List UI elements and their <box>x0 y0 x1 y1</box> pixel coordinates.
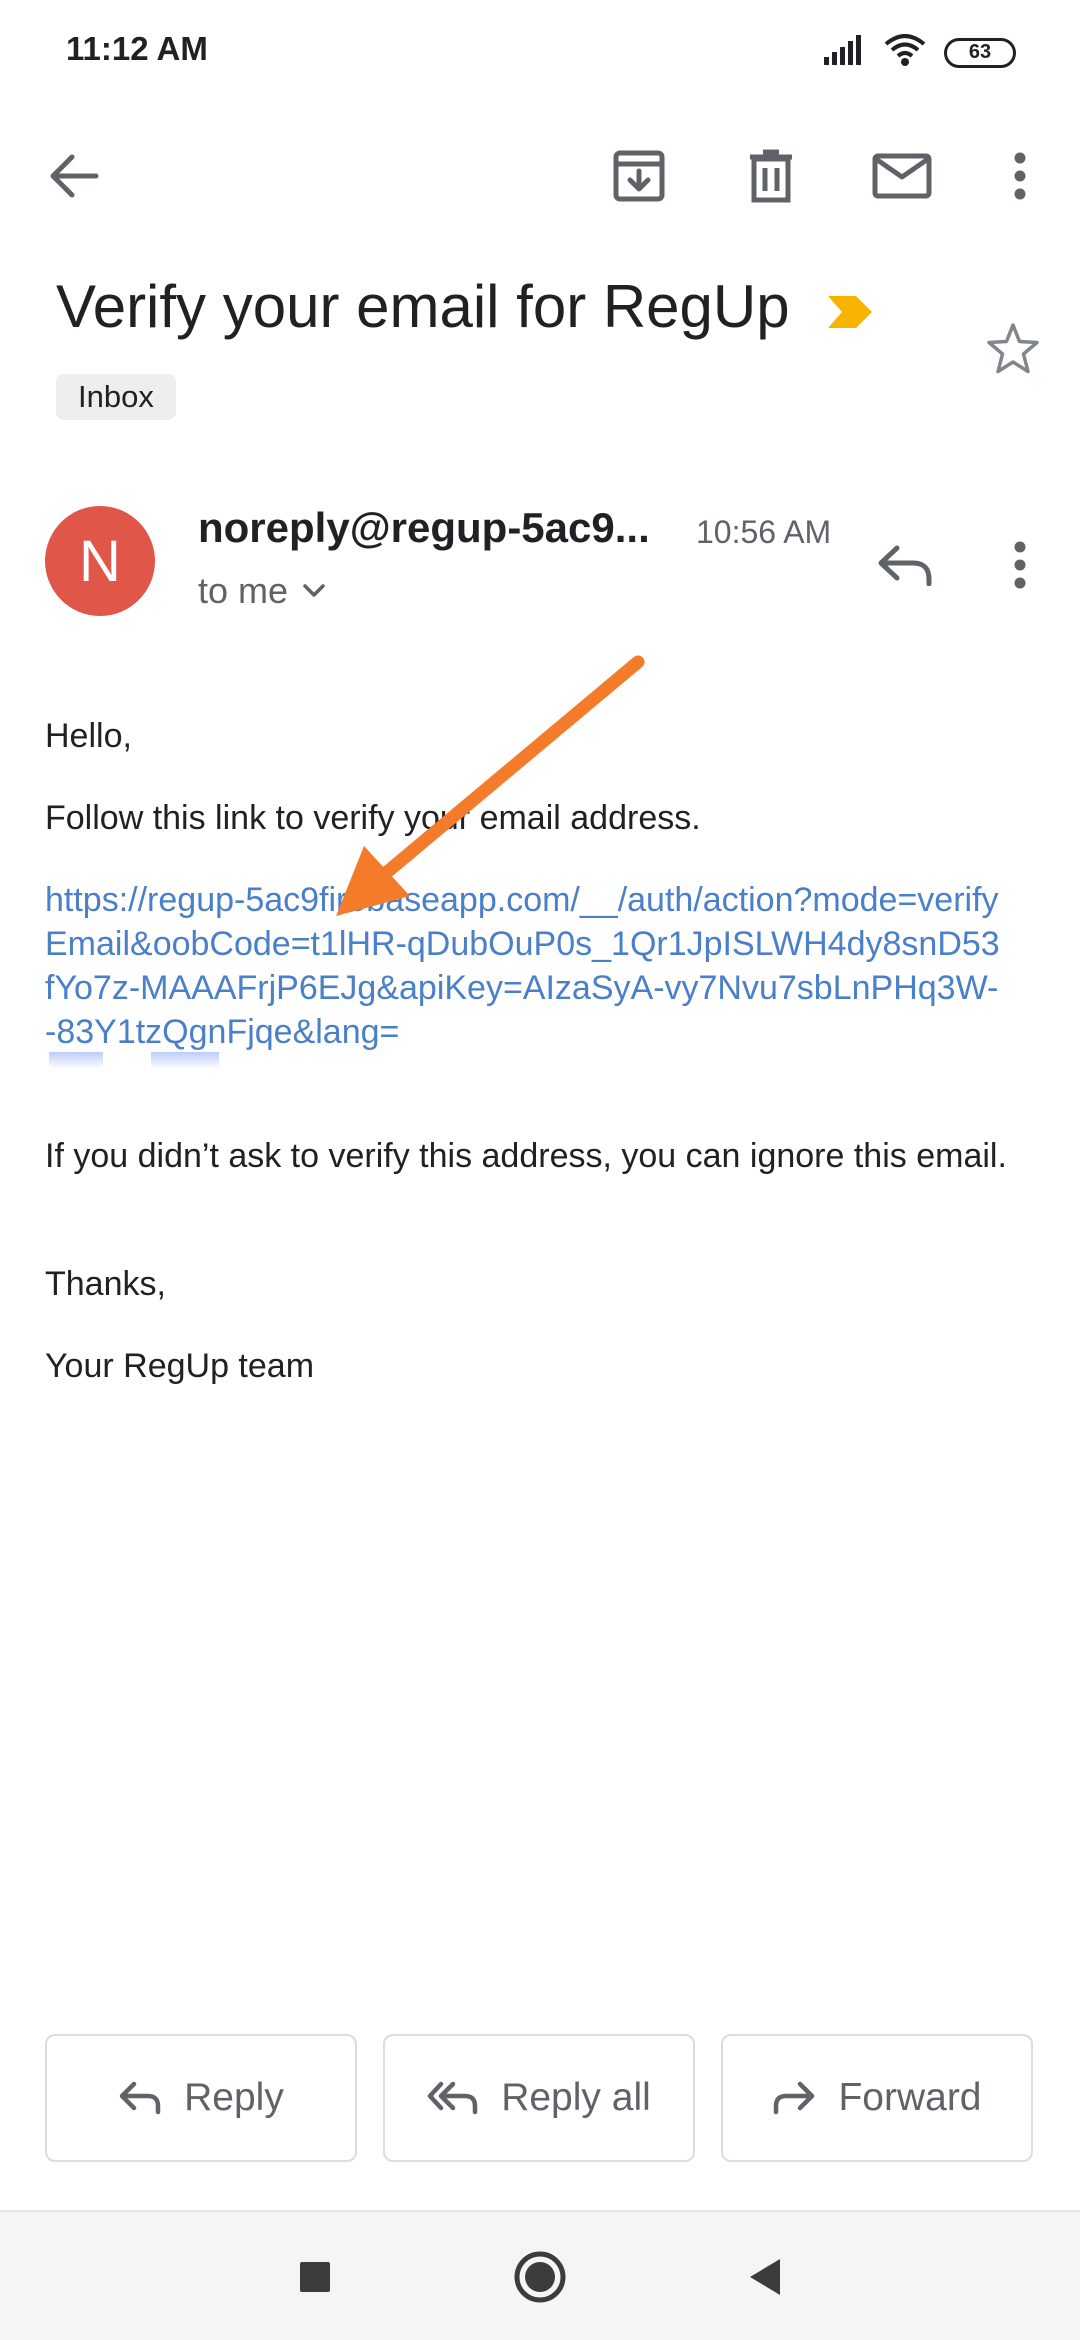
signal-icon <box>824 35 866 70</box>
link-fade-overlay <box>45 1048 1005 1074</box>
email-screen: 11:12 AM 63 Verify your email for RegUp … <box>0 0 1080 2340</box>
email-ignore-note: If you didn’t ask to verify this address… <box>45 1137 1007 1175</box>
reply-icon <box>878 545 932 586</box>
delete-button[interactable] <box>735 140 807 212</box>
trash-icon <box>750 149 792 203</box>
forward-icon <box>774 2081 815 2115</box>
email-greeting: Hello, <box>45 717 132 755</box>
reply-icon <box>119 2081 161 2115</box>
archive-icon <box>613 150 665 202</box>
star-icon <box>987 323 1039 374</box>
recipient-text: to me <box>198 570 289 611</box>
reply-all-button[interactable]: Reply all <box>383 2034 695 2162</box>
email-signature: Your RegUp team <box>45 1347 315 1385</box>
status-time: 11:12 AM <box>66 30 208 67</box>
battery-level: 63 <box>968 41 992 63</box>
back-nav-button[interactable] <box>730 2242 800 2312</box>
reply-all-label: Reply all <box>501 2076 651 2119</box>
message-more-button[interactable] <box>1000 530 1040 600</box>
system-nav-bar <box>0 2210 1080 2340</box>
email-subject: Verify your email for RegUp <box>56 272 874 346</box>
verify-link-text: https://regup-5ac9firebaseapp.com/__/aut… <box>45 881 1000 1051</box>
status-icons: 63 <box>824 34 1016 71</box>
reply-button[interactable]: Reply <box>45 2034 357 2162</box>
recents-button[interactable] <box>280 2242 350 2312</box>
more-vert-icon <box>1014 152 1026 200</box>
email-instructions: Follow this link to verify your email ad… <box>45 799 701 837</box>
home-button[interactable] <box>505 2242 575 2312</box>
email-thanks: Thanks, <box>45 1265 166 1303</box>
more-vert-icon <box>1014 541 1026 589</box>
reply-all-icon <box>427 2081 478 2115</box>
archive-button[interactable] <box>603 140 675 212</box>
sender-name: noreply@regup-5ac9... <box>198 504 650 551</box>
sent-time: 10:56 AM <box>696 514 832 550</box>
square-icon <box>300 2262 330 2292</box>
reply-icon-button[interactable] <box>870 530 940 600</box>
subject-text: Verify your email for RegUp <box>56 273 790 340</box>
back-button[interactable] <box>38 140 110 212</box>
more-options-button[interactable] <box>984 140 1056 212</box>
sender-avatar[interactable]: N <box>45 506 155 616</box>
back-arrow-icon <box>50 154 99 198</box>
importance-marker-icon[interactable] <box>826 277 874 346</box>
forward-button[interactable]: Forward <box>721 2034 1033 2162</box>
verify-email-link[interactable]: https://regup-5ac9firebaseapp.com/__/aut… <box>45 878 1005 1074</box>
top-toolbar <box>0 120 1080 230</box>
wifi-icon <box>884 34 926 71</box>
reply-label: Reply <box>184 2076 284 2119</box>
status-bar: 11:12 AM 63 <box>0 0 1080 100</box>
battery-icon: 63 <box>944 37 1016 68</box>
mail-icon <box>872 153 932 199</box>
chevron-down-icon <box>303 584 325 597</box>
triangle-back-icon <box>750 2259 780 2295</box>
forward-label: Forward <box>838 2076 982 2119</box>
label-chip-inbox[interactable]: Inbox <box>56 374 176 420</box>
recipient-details-toggle[interactable]: to me <box>198 570 326 612</box>
star-button[interactable] <box>980 316 1046 382</box>
home-circle-icon <box>514 2251 566 2303</box>
mark-unread-button[interactable] <box>866 140 938 212</box>
